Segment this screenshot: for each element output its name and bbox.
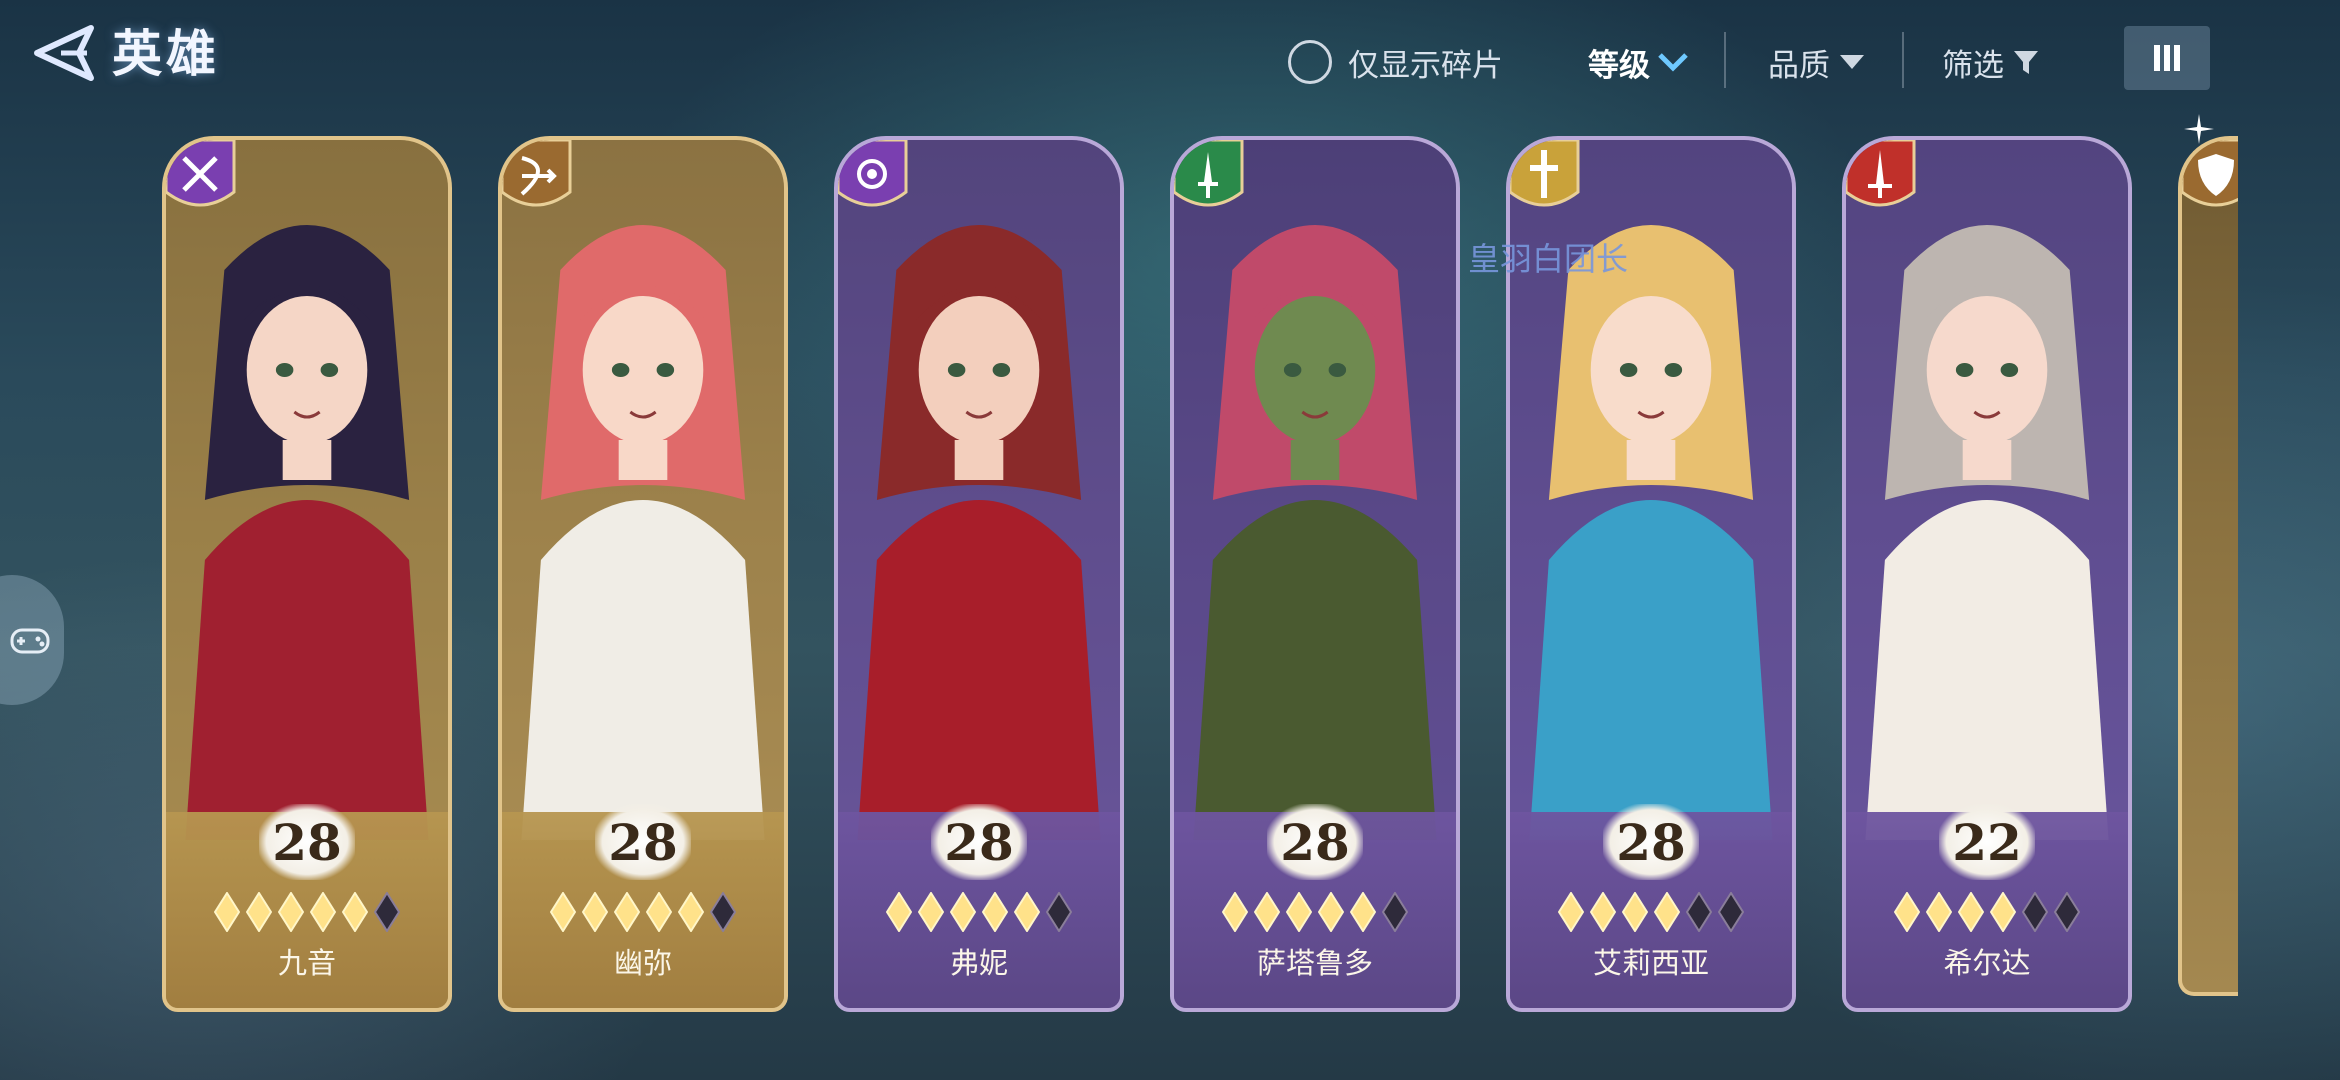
side-menu-handle[interactable] bbox=[0, 575, 64, 705]
hero-name: 希尔达 bbox=[1943, 946, 2031, 980]
hero-name: 萨塔鲁多 bbox=[1256, 946, 1373, 980]
star-filled-icon bbox=[646, 892, 672, 932]
star-rating bbox=[1510, 892, 1792, 932]
star-filled-icon bbox=[1622, 892, 1648, 932]
star-empty-icon bbox=[710, 892, 736, 932]
hero-card[interactable]: 28 弗妮 bbox=[834, 136, 1124, 1012]
hero-card[interactable]: 28 九音 bbox=[162, 136, 452, 1012]
star-filled-icon bbox=[1286, 892, 1312, 932]
star-empty-icon bbox=[1686, 892, 1712, 932]
magic-orb-icon bbox=[838, 140, 908, 207]
bar-icon bbox=[2174, 45, 2180, 71]
bow-icon bbox=[502, 140, 572, 207]
sort-level-button[interactable]: 等级 bbox=[1588, 36, 1688, 88]
sort-level-label: 等级 bbox=[1588, 47, 1650, 84]
star-filled-icon bbox=[1894, 892, 1920, 932]
star-filled-icon bbox=[1958, 892, 1984, 932]
star-empty-icon bbox=[1718, 892, 1744, 932]
hero-name: 九音 bbox=[277, 946, 336, 980]
hero-level: 28 bbox=[931, 804, 1027, 880]
gamepad-icon bbox=[10, 628, 50, 654]
flame-sword-icon bbox=[1846, 140, 1916, 207]
crossed-swords-icon bbox=[166, 140, 236, 207]
star-empty-icon bbox=[1382, 892, 1408, 932]
bar-icon bbox=[2164, 45, 2170, 71]
star-filled-icon bbox=[582, 892, 608, 932]
star-filled-icon bbox=[1990, 892, 2016, 932]
hero-portrait bbox=[1174, 140, 1456, 840]
divider bbox=[1724, 32, 1726, 88]
star-filled-icon bbox=[246, 892, 272, 932]
sort-quality-label: 品质 bbox=[1768, 47, 1830, 84]
sort-quality-button[interactable]: 品质 bbox=[1768, 36, 1866, 88]
star-rating bbox=[502, 892, 784, 932]
back-arrow-icon bbox=[34, 25, 94, 81]
hero-portrait bbox=[1846, 140, 2128, 840]
hero-name: 艾莉西亚 bbox=[1592, 946, 1709, 980]
star-filled-icon bbox=[1318, 892, 1344, 932]
star-filled-icon bbox=[550, 892, 576, 932]
star-filled-icon bbox=[1926, 892, 1952, 932]
star-rating bbox=[838, 892, 1120, 932]
chevron-down-icon bbox=[1658, 53, 1688, 72]
star-rating bbox=[1846, 892, 2128, 932]
hero-card[interactable]: 28 幽弥 bbox=[498, 136, 788, 1012]
star-empty-icon bbox=[374, 892, 400, 932]
shield-icon bbox=[2182, 140, 2238, 207]
view-toggle-button[interactable] bbox=[2124, 26, 2210, 90]
hero-card-partial[interactable] bbox=[2178, 136, 2238, 996]
hero-portrait bbox=[166, 140, 448, 840]
back-button[interactable] bbox=[18, 18, 110, 88]
star-empty-icon bbox=[2022, 892, 2048, 932]
fragment-only-toggle[interactable]: 仅显示碎片 bbox=[1288, 36, 1503, 88]
hero-name: 弗妮 bbox=[949, 946, 1008, 980]
star-filled-icon bbox=[278, 892, 304, 932]
star-filled-icon bbox=[1590, 892, 1616, 932]
star-filled-icon bbox=[950, 892, 976, 932]
page-title: 英雄 bbox=[112, 25, 220, 83]
star-empty-icon bbox=[2054, 892, 2080, 932]
holy-cross-icon bbox=[1510, 140, 1580, 207]
star-filled-icon bbox=[886, 892, 912, 932]
hero-level: 22 bbox=[1939, 804, 2035, 880]
divider bbox=[1902, 32, 1904, 88]
hero-level: 28 bbox=[1603, 804, 1699, 880]
bar-icon bbox=[2154, 45, 2160, 71]
hero-level: 28 bbox=[259, 804, 355, 880]
star-filled-icon bbox=[1654, 892, 1680, 932]
star-rating bbox=[1174, 892, 1456, 932]
radio-icon[interactable] bbox=[1288, 40, 1332, 84]
hero-portrait bbox=[502, 140, 784, 840]
star-filled-icon bbox=[310, 892, 336, 932]
star-empty-icon bbox=[1046, 892, 1072, 932]
dagger-icon bbox=[1174, 140, 1244, 207]
funnel-icon bbox=[2014, 51, 2038, 74]
hero-level: 28 bbox=[1267, 804, 1363, 880]
filter-label: 筛选 bbox=[1942, 47, 2004, 84]
hero-name: 幽弥 bbox=[613, 946, 672, 980]
hero-portrait bbox=[838, 140, 1120, 840]
star-filled-icon bbox=[1014, 892, 1040, 932]
star-filled-icon bbox=[1558, 892, 1584, 932]
fragment-only-label: 仅显示碎片 bbox=[1348, 47, 1503, 84]
star-filled-icon bbox=[1222, 892, 1248, 932]
star-filled-icon bbox=[614, 892, 640, 932]
star-rating bbox=[166, 892, 448, 932]
filter-button[interactable]: 筛选 bbox=[1942, 36, 2040, 88]
star-filled-icon bbox=[982, 892, 1008, 932]
star-filled-icon bbox=[1350, 892, 1376, 932]
caret-down-icon bbox=[1840, 55, 1864, 69]
star-filled-icon bbox=[678, 892, 704, 932]
star-filled-icon bbox=[918, 892, 944, 932]
overlay-player-name: 皇羽白团长 bbox=[1468, 240, 1629, 278]
hero-card[interactable]: 28 萨塔鲁多 bbox=[1170, 136, 1460, 1012]
hero-level: 28 bbox=[595, 804, 691, 880]
star-filled-icon bbox=[1254, 892, 1280, 932]
star-filled-icon bbox=[342, 892, 368, 932]
star-filled-icon bbox=[214, 892, 240, 932]
hero-card[interactable]: 22 希尔达 bbox=[1842, 136, 2132, 1012]
